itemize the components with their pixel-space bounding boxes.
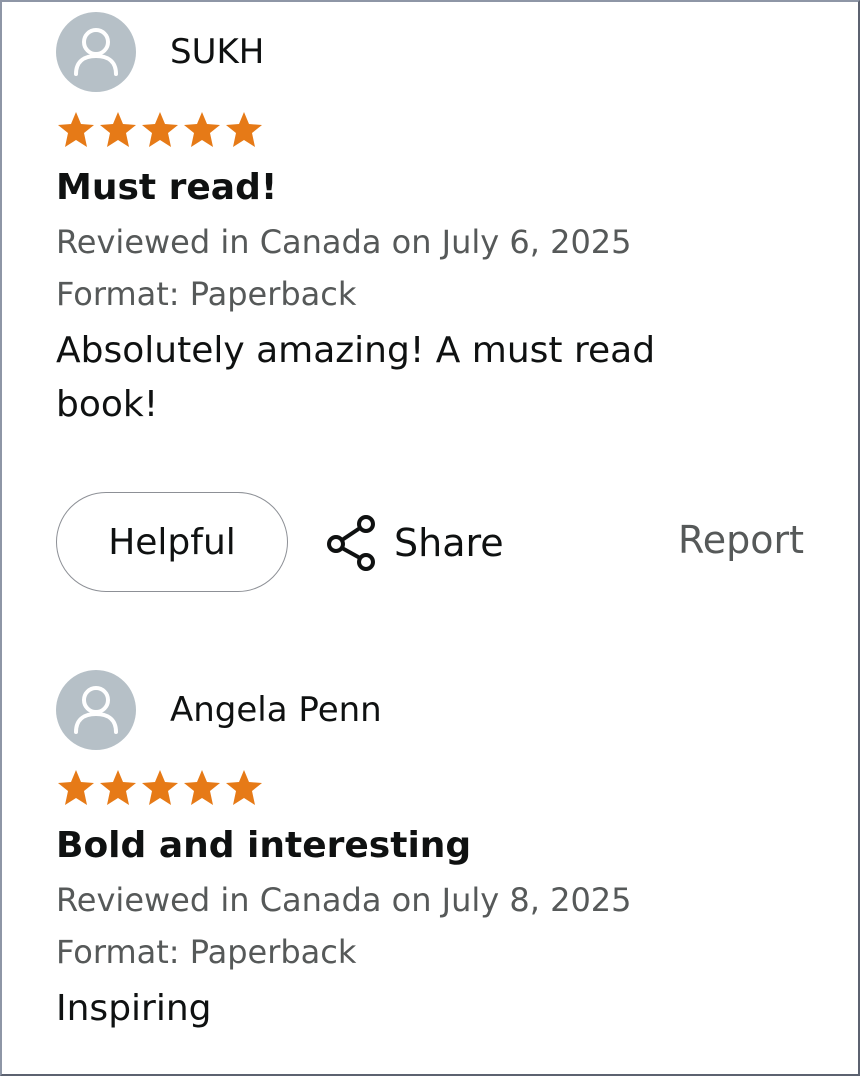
reviewer-profile[interactable]: SUKH bbox=[56, 10, 836, 94]
review-actions: Helpful Share Report bbox=[56, 492, 816, 596]
review-date: Reviewed in Canada on July 8, 2025 bbox=[56, 881, 632, 919]
star-icon bbox=[184, 770, 220, 805]
review-title[interactable]: Bold and interesting bbox=[56, 824, 836, 868]
review-card: Angela Penn Bold and interesting Reviewe… bbox=[56, 668, 836, 1036]
star-icon bbox=[226, 770, 262, 805]
star-icon bbox=[142, 770, 178, 805]
review-format: Format: Paperback bbox=[56, 275, 357, 313]
report-link[interactable]: Report bbox=[678, 518, 804, 562]
star-rating[interactable] bbox=[56, 768, 836, 808]
star-icon bbox=[100, 112, 136, 147]
review-date: Reviewed in Canada on July 6, 2025 bbox=[56, 223, 632, 261]
review-card: SUKH Must read! Reviewed in Canada on Ju… bbox=[56, 10, 836, 432]
share-label: Share bbox=[394, 521, 504, 565]
avatar bbox=[56, 670, 136, 750]
star-icon bbox=[226, 112, 262, 147]
star-icon bbox=[142, 112, 178, 147]
review-title[interactable]: Must read! bbox=[56, 166, 836, 210]
star-icon bbox=[100, 770, 136, 805]
share-button[interactable]: Share bbox=[324, 514, 504, 572]
user-avatar-icon bbox=[74, 686, 118, 734]
review-body: Absolutely amazing! A must read book! bbox=[56, 330, 656, 425]
reviewer-profile[interactable]: Angela Penn bbox=[56, 668, 836, 752]
helpful-button[interactable]: Helpful bbox=[56, 492, 288, 592]
review-body: Inspiring bbox=[56, 988, 212, 1029]
reviewer-name: Angela Penn bbox=[170, 690, 382, 730]
reviewer-name: SUKH bbox=[170, 32, 265, 72]
avatar bbox=[56, 12, 136, 92]
user-avatar-icon bbox=[74, 28, 118, 76]
star-icon bbox=[58, 112, 94, 147]
review-format: Format: Paperback bbox=[56, 933, 357, 971]
star-icon bbox=[184, 112, 220, 147]
star-icon bbox=[58, 770, 94, 805]
star-rating[interactable] bbox=[56, 110, 836, 150]
share-icon bbox=[327, 515, 375, 571]
